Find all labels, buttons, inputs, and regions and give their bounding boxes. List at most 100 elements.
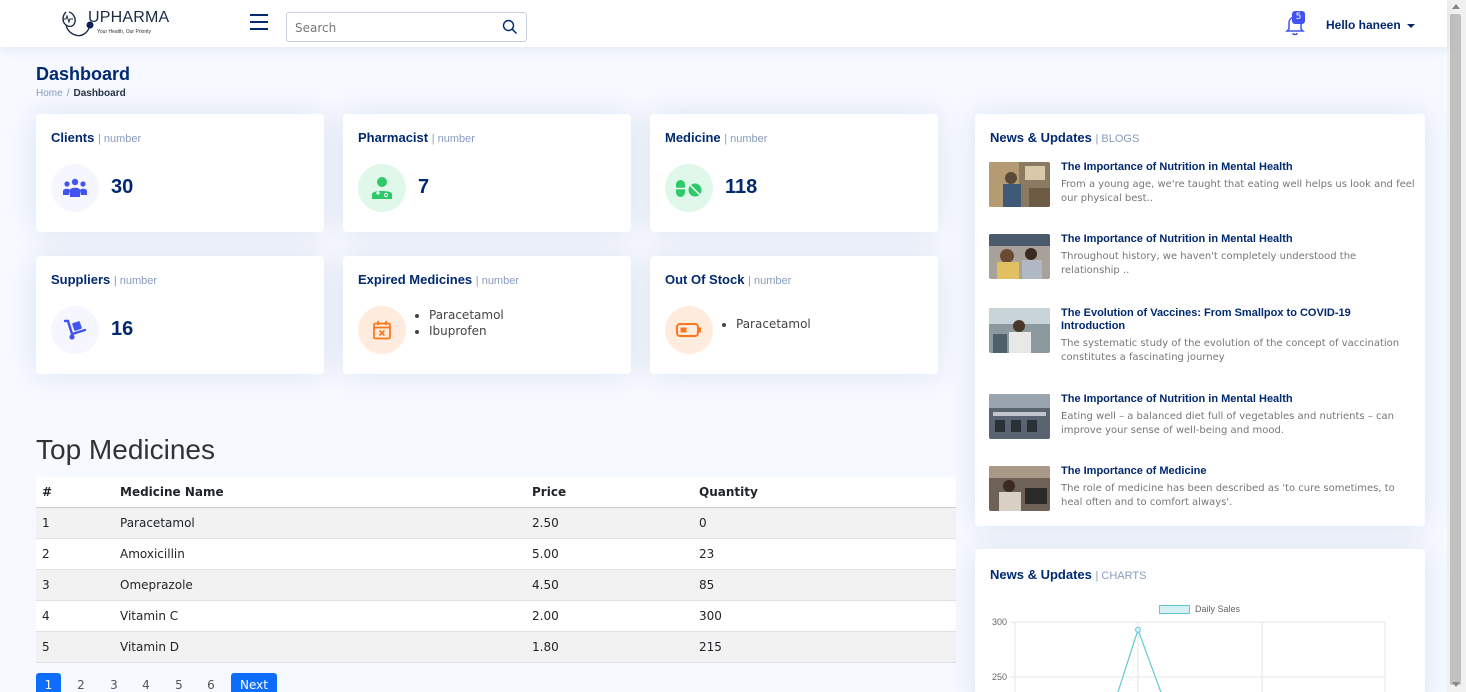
breadcrumb: Home / Dashboard [36,88,126,99]
card-title: Medicine | number [665,130,768,145]
dolly-icon [51,306,99,354]
column-header: Medicine Name [114,477,526,508]
list-item: Ibuprofen [429,323,504,339]
notification-badge: 5 [1292,11,1305,24]
search-icon[interactable] [502,19,518,35]
search-bar [286,12,527,42]
news-title[interactable]: The Importance of Nutrition in Mental He… [1061,393,1411,406]
table-cell: Vitamin D [114,631,526,663]
profile-label: Hello haneen [1326,18,1401,32]
news-title[interactable]: The Evolution of Vaccines: From Smallpox… [1061,307,1411,333]
logo-tagline: Your Health, Our Priority [97,29,152,35]
breadcrumb-home[interactable]: Home [36,88,63,99]
news-title[interactable]: The Importance of Nutrition in Mental He… [1061,233,1411,246]
table-cell: 0 [693,507,956,539]
calendar-x-icon [358,306,406,354]
table-cell: 1.80 [526,631,693,663]
page-2-button[interactable]: 2 [72,673,90,692]
logo-text: UPHARMA [88,9,170,26]
card-title: News & Updates | BLOGS [990,130,1140,145]
column-header: # [36,477,114,508]
table-row: 1 Paracetamol 2.50 0 [36,507,956,539]
table-cell: 3 [36,569,114,601]
table-cell: 4.50 [526,569,693,601]
pills-icon [665,164,713,212]
table-cell: 85 [693,569,956,601]
table-row: 2 Amoxicillin 5.00 23 [36,538,956,570]
page-title: Dashboard [36,64,131,84]
doctor-icon [358,164,406,212]
card-title: Out Of Stock | number [665,272,792,287]
breadcrumb-current: Dashboard [73,88,126,99]
logo[interactable]: UPHARMA Your Health, Our Priority [60,6,180,42]
news-title[interactable]: The Importance of Medicine [1061,465,1411,478]
list-item: Paracetamol [429,307,504,323]
card-title: Suppliers | number [51,272,158,287]
table-cell: 23 [693,538,956,570]
pharmacist-count: 7 [418,176,430,198]
news-thumbnail [989,466,1050,511]
scroll-down-arrow-icon[interactable] [1452,682,1460,687]
legend-swatch[interactable] [1159,605,1190,614]
table-row: 3 Omeprazole 4.50 85 [36,569,956,601]
suppliers-count: 16 [111,318,134,340]
profile-dropdown[interactable]: Hello haneen [1326,18,1415,32]
news-excerpt: Throughout history, we haven't completel… [1061,251,1357,276]
news-thumbnail [989,162,1050,207]
table-header-row: # Medicine Name Price Quantity [36,477,956,508]
list-item: Paracetamol [736,316,811,332]
out-of-stock-list: Paracetamol [736,316,811,332]
table-cell: 5 [36,631,114,663]
scrollbar-thumb[interactable] [1450,14,1461,685]
next-page-button[interactable]: Next [231,673,277,692]
page-4-button[interactable]: 4 [137,673,155,692]
page-1-button[interactable]: 1 [36,673,61,692]
table-cell: 4 [36,600,114,632]
news-excerpt: The role of medicine has been described … [1061,483,1395,508]
table-cell: 2.00 [526,600,693,632]
news-excerpt: Eating well – a balanced diet full of ve… [1061,411,1394,436]
top-medicines-title: Top Medicines [36,434,215,465]
column-header: Quantity [693,477,956,508]
expired-medicines-list: Paracetamol Ibuprofen [429,307,504,339]
news-excerpt: From a young age, we're taught that eati… [1061,179,1415,204]
column-header: Price [526,477,693,508]
series-line [1117,627,1162,692]
menu-toggle-icon[interactable] [250,14,268,30]
daily-sales-chart: 300 250 [992,617,1386,692]
users-icon [51,164,99,212]
top-medicines-table: # Medicine Name Price Quantity 1 Paracet… [36,477,956,663]
table-cell: Omeprazole [114,569,526,601]
medicine-card: Medicine | number 118 [650,114,938,232]
battery-empty-icon [665,306,713,354]
card-title: Clients | number [51,130,142,145]
card-title: News & Updates | CHARTS [990,567,1147,582]
page-scrollbar[interactable] [1447,0,1466,692]
table-cell: 5.00 [526,538,693,570]
card-title: Pharmacist | number [358,130,475,145]
data-point [1135,626,1141,633]
news-thumbnail [989,394,1050,439]
suppliers-card: Suppliers | number 16 [36,256,324,374]
news-thumbnail [989,308,1050,353]
legend-label[interactable]: Daily Sales [1195,604,1240,614]
table-row: 5 Vitamin D 1.80 215 [36,631,956,663]
clients-count: 30 [111,176,134,198]
top-header: UPHARMA Your Health, Our Priority 5 Hell… [0,0,1447,47]
table-cell: Amoxicillin [114,538,526,570]
table-cell: 1 [36,507,114,539]
scroll-up-arrow-icon[interactable] [1452,4,1460,9]
medicine-count: 118 [725,176,758,198]
page-6-button[interactable]: 6 [202,673,220,692]
page-5-button[interactable]: 5 [170,673,188,692]
search-input[interactable] [295,19,495,36]
table-cell: Vitamin C [114,600,526,632]
y-tick-label: 250 [992,672,1007,682]
clients-card: Clients | number 30 [36,114,324,232]
caret-down-icon [1406,23,1415,28]
news-title[interactable]: The Importance of Nutrition in Mental He… [1061,161,1411,174]
table-cell: 215 [693,631,956,663]
table-cell: 2.50 [526,507,693,539]
table-cell: 2 [36,538,114,570]
page-3-button[interactable]: 3 [105,673,123,692]
